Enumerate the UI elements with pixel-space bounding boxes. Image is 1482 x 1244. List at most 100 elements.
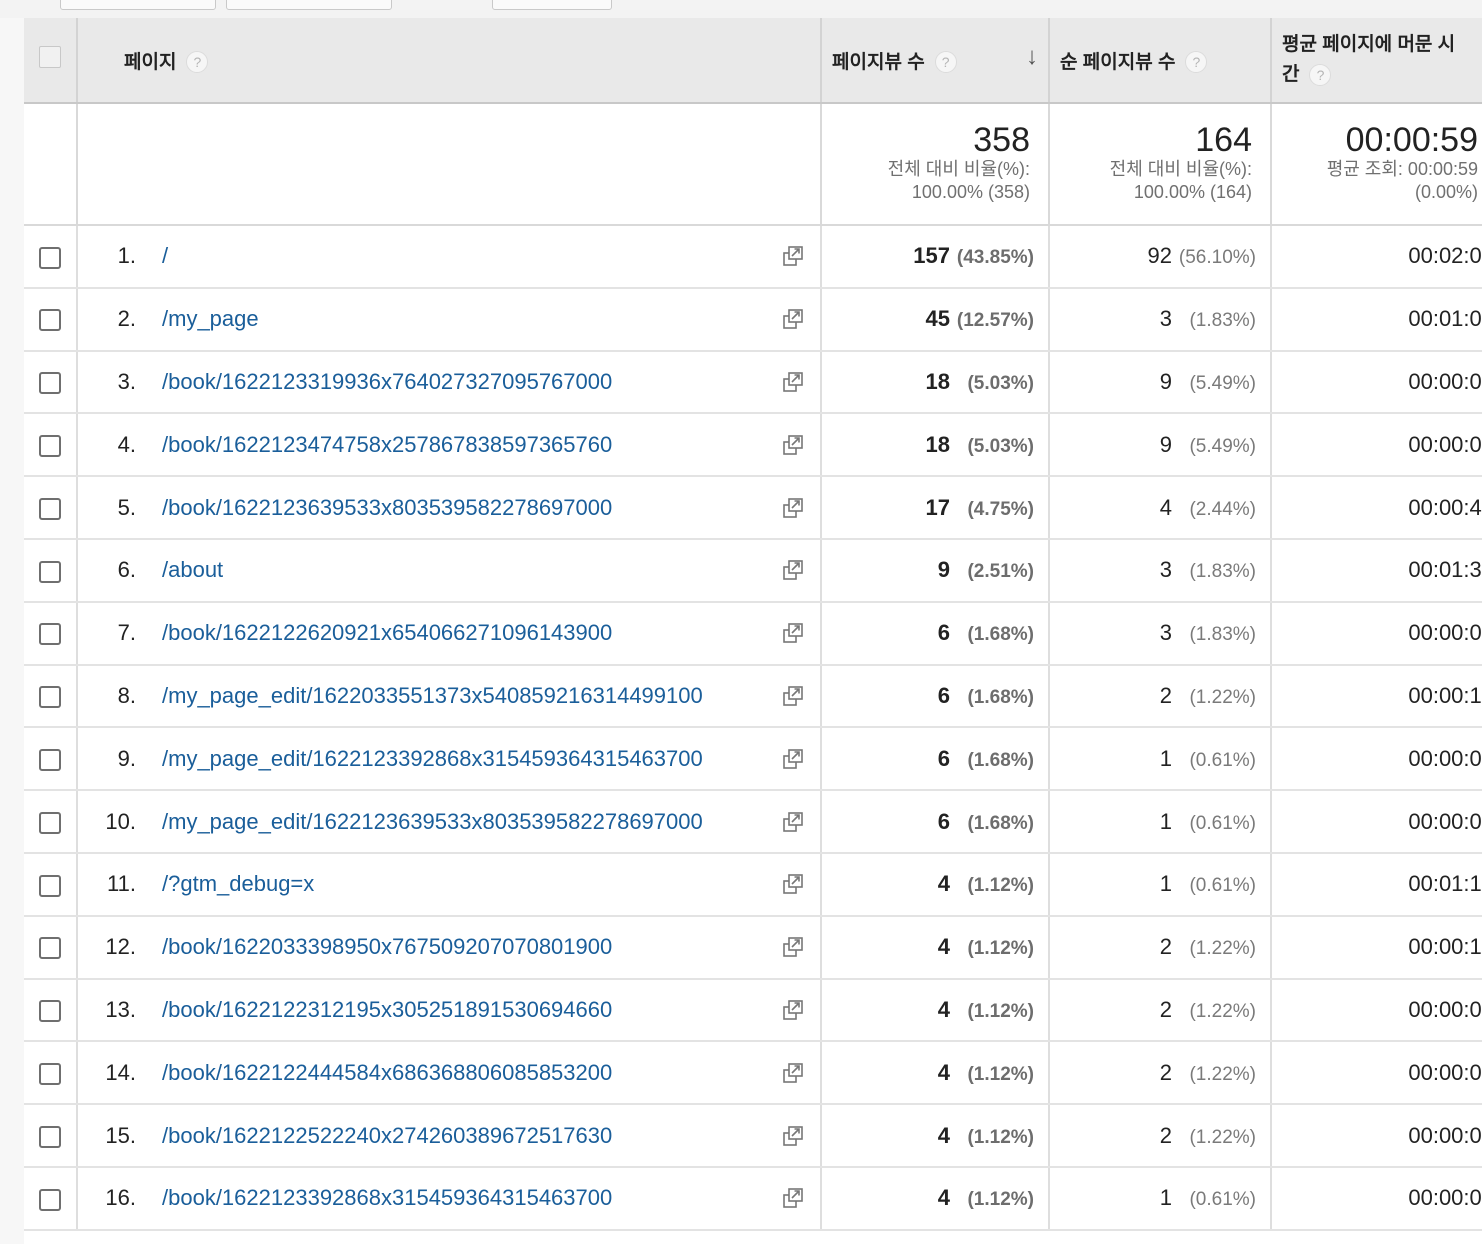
pageviews-value: 6: [937, 808, 950, 834]
unique-pageviews-percent: (0.61%): [1189, 812, 1256, 834]
pageviews-percent: (1.12%): [967, 1000, 1034, 1022]
total-subtext: 평균 조회: 00:00:59: [1326, 159, 1478, 179]
row-checkbox[interactable]: [39, 372, 61, 395]
row-checkbox-cell: [24, 852, 78, 917]
pageviews-cell: 4 (1.12%): [821, 1166, 1050, 1231]
row-rank: 13.: [105, 996, 136, 1022]
unique-pageviews-percent: (1.22%): [1189, 1000, 1256, 1022]
column-header-page[interactable]: 페이지?: [77, 18, 822, 104]
page-link[interactable]: /book/1622123319936x764027327095767000: [162, 369, 612, 394]
pageviews-percent: (1.12%): [967, 938, 1034, 960]
sort-descending-icon[interactable]: ↓: [1026, 43, 1038, 71]
page-link[interactable]: /?gtm_debug=x: [162, 871, 314, 896]
help-icon[interactable]: ?: [1309, 63, 1332, 86]
row-checkbox[interactable]: [39, 434, 61, 457]
open-in-new-window-icon[interactable]: [782, 811, 804, 833]
row-checkbox-cell: [24, 1166, 78, 1231]
pageviews-cell: 4 (1.12%): [821, 1041, 1050, 1106]
table-row: 7. /book/1622122620921x654066271096143900…: [24, 601, 1482, 666]
open-in-new-window-icon[interactable]: [782, 1187, 804, 1209]
page-link[interactable]: /book/1622033398950x767509207070801900: [162, 934, 612, 959]
pageviews-value: 4: [937, 996, 950, 1022]
column-header-unique-pageviews[interactable]: 순 페이지뷰 수?: [1049, 18, 1272, 104]
row-checkbox[interactable]: [39, 1000, 61, 1023]
column-header-pageviews[interactable]: 페이지뷰 수? ↓: [821, 18, 1050, 104]
left-gutter: [0, 18, 24, 1244]
pageviews-cell: 9 (2.51%): [821, 538, 1050, 603]
pageviews-percent: (4.75%): [967, 498, 1034, 520]
page-link[interactable]: /about: [162, 557, 223, 582]
open-in-new-window-icon[interactable]: [782, 873, 804, 895]
row-checkbox[interactable]: [39, 1188, 61, 1211]
row-checkbox[interactable]: [39, 811, 61, 834]
open-in-new-window-icon[interactable]: [782, 434, 804, 456]
row-checkbox[interactable]: [39, 309, 61, 332]
unique-pageviews-percent: (0.61%): [1189, 749, 1256, 771]
page-link[interactable]: /my_page: [162, 306, 259, 331]
help-icon[interactable]: ?: [1185, 51, 1208, 74]
pageviews-percent: (1.68%): [967, 624, 1034, 646]
row-checkbox[interactable]: [39, 874, 61, 897]
unique-pageviews-percent: (1.22%): [1189, 686, 1256, 708]
avg-time-cell: 00:01:06: [1271, 287, 1482, 352]
row-checkbox-cell: [24, 476, 78, 540]
row-checkbox[interactable]: [39, 1125, 61, 1148]
totals-row: 358 전체 대비 비율(%): 100.00% (358) 164 전체 대비…: [24, 103, 1482, 226]
open-in-new-window-icon[interactable]: [782, 685, 804, 707]
open-in-new-window-icon[interactable]: [782, 622, 804, 644]
open-in-new-window-icon[interactable]: [782, 1125, 804, 1147]
help-icon[interactable]: ?: [186, 51, 209, 74]
unique-pageviews-cell: 3 (1.83%): [1049, 287, 1272, 352]
row-checkbox[interactable]: [39, 497, 61, 520]
page-link[interactable]: /book/1622123392868x315459364315463700: [162, 1185, 612, 1210]
page-link[interactable]: /my_page_edit/1622123392868x315459364315…: [162, 746, 703, 771]
toolbar-button[interactable]: [226, 0, 392, 10]
avg-time-value: 00:00:12: [1408, 934, 1482, 960]
page-link[interactable]: /book/1622123639533x803539582278697000: [162, 495, 612, 520]
table-row: 4. /book/1622123474758x257867838597365760…: [24, 413, 1482, 478]
total-value: 358: [973, 121, 1030, 159]
open-in-new-window-icon[interactable]: [782, 308, 804, 330]
page-link[interactable]: /: [162, 243, 168, 268]
page-link[interactable]: /book/1622122620921x654066271096143900: [162, 620, 612, 645]
help-icon[interactable]: ?: [934, 51, 957, 74]
open-in-new-window-icon[interactable]: [782, 497, 804, 519]
open-in-new-window-icon[interactable]: [782, 371, 804, 393]
unique-pageviews-percent: (5.49%): [1189, 435, 1256, 457]
open-in-new-window-icon[interactable]: [782, 245, 804, 267]
row-checkbox[interactable]: [39, 937, 61, 960]
row-checkbox-cell: [24, 915, 78, 980]
unique-pageviews-value: 3: [1159, 620, 1172, 646]
open-in-new-window-icon[interactable]: [782, 1062, 804, 1084]
page-link[interactable]: /book/1622122522240x274260389672517630: [162, 1123, 612, 1148]
page-link[interactable]: /book/1622123474758x257867838597365760: [162, 432, 612, 457]
unique-pageviews-cell: 2 (1.22%): [1049, 915, 1272, 980]
open-in-new-window-icon[interactable]: [782, 559, 804, 581]
toolbar-button[interactable]: [492, 0, 612, 10]
unique-pageviews-value: 1: [1159, 871, 1172, 897]
page-cell: 3. /book/1622123319936x764027327095767000: [77, 350, 822, 415]
open-in-new-window-icon[interactable]: [782, 748, 804, 770]
row-checkbox[interactable]: [39, 748, 61, 771]
row-checkbox[interactable]: [39, 1062, 61, 1085]
page-link[interactable]: /book/1622122312195x305251891530694660: [162, 997, 612, 1022]
row-checkbox[interactable]: [39, 686, 61, 709]
select-all-checkbox[interactable]: [39, 46, 61, 68]
toolbar-button[interactable]: [60, 0, 216, 10]
row-checkbox[interactable]: [39, 246, 61, 269]
page-link[interactable]: /book/1622122444584x686368806085853200: [162, 1060, 612, 1085]
page-link[interactable]: /my_page_edit/1622123639533x803539582278…: [162, 809, 703, 834]
row-checkbox[interactable]: [39, 560, 61, 583]
table-row: 13. /book/1622122312195x30525189153069466…: [24, 978, 1482, 1043]
pageviews-percent: (12.57%): [956, 310, 1034, 332]
row-checkbox-cell: [24, 1041, 78, 1106]
open-in-new-window-icon[interactable]: [782, 999, 804, 1021]
row-rank: 16.: [105, 1185, 136, 1211]
open-in-new-window-icon[interactable]: [782, 936, 804, 958]
table-row: 6. /about 9 (2.51%) 3 (1.83%) 00:01:39: [24, 538, 1482, 603]
column-header-avg-time[interactable]: 평균 페이지에 머문 시 간?: [1271, 18, 1482, 104]
unique-pageviews-cell: 9 (5.49%): [1049, 413, 1272, 478]
row-checkbox[interactable]: [39, 623, 61, 646]
page-link[interactable]: /my_page_edit/1622033551373x540859216314…: [162, 683, 703, 708]
pageviews-percent: (1.12%): [967, 1189, 1034, 1211]
